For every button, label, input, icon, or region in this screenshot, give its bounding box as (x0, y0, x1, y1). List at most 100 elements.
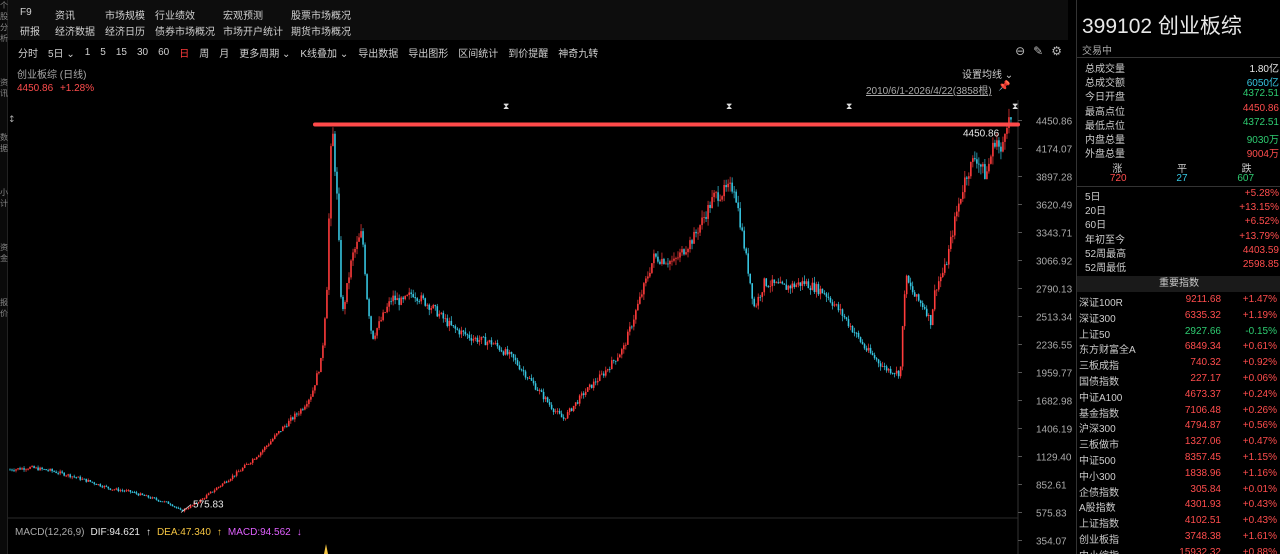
index-row[interactable]: 中证500 8357.45 +1.15% (1079, 452, 1279, 468)
side-tab-char[interactable] (0, 154, 7, 165)
scroll-marker-icon[interactable]: ↕ (8, 115, 16, 125)
index-row[interactable]: 创业板指 3748.38 +1.61% (1079, 531, 1279, 547)
menu-item[interactable]: 股票市场概况 (291, 7, 361, 22)
index-row[interactable]: 中证A100 4673.37 +0.24% (1079, 389, 1279, 405)
index-row[interactable]: 深证100R 9211.68 +1.47% (1079, 294, 1279, 310)
index-row[interactable]: A股指数 4301.93 +0.43% (1079, 499, 1279, 515)
side-tab-char[interactable]: 分 (0, 22, 8, 33)
toolbar-item[interactable]: 导出图形 (408, 45, 448, 60)
event-marker-icon[interactable]: ⧗ (846, 102, 852, 112)
side-tab-char[interactable]: 资 (0, 77, 8, 88)
side-tab-char[interactable] (0, 209, 7, 220)
toolbar-item[interactable]: 到价提醒 (508, 45, 548, 60)
side-tab-char[interactable] (0, 231, 7, 242)
index-row[interactable]: 中小综指 15932.32 +0.88% (1079, 547, 1279, 554)
index-name: 上证50 (1079, 329, 1111, 341)
candle-body (257, 455, 260, 458)
side-tab-char[interactable]: 小 (0, 187, 8, 198)
menu-item[interactable]: F9 (20, 7, 55, 22)
kline-chart[interactable]: 4450.86 4174.07 3897.28 3620.49 3343.71 3066.… (8, 100, 1076, 554)
date-range[interactable]: 2010/6/1-2026/4/22(3858根) (866, 82, 992, 97)
side-tab-char[interactable]: 报 (0, 297, 8, 308)
index-row[interactable]: 东方财富全A 6849.34 +0.61% (1079, 341, 1279, 357)
side-tab-char[interactable]: 价 (0, 308, 8, 319)
event-marker-icon[interactable]: ⧗ (726, 102, 732, 112)
candle-body (448, 320, 451, 327)
menu-item[interactable]: 行业绩效 (155, 7, 223, 22)
toolbar-item[interactable]: K线叠加 ⌄ (300, 45, 348, 60)
index-row[interactable]: 企债指数 305.84 +0.01% (1079, 484, 1279, 500)
toolbar-item[interactable]: 分时 (18, 45, 38, 60)
side-tab-char[interactable] (0, 99, 7, 110)
menu-item[interactable]: 资讯 (55, 7, 105, 22)
side-tab-char[interactable]: 个 (0, 0, 8, 11)
index-row[interactable]: 三板成指 740.32 +0.92% (1079, 357, 1279, 373)
side-tab-char[interactable] (0, 176, 7, 187)
menu-item[interactable]: 市场规模 (105, 7, 155, 22)
menu-item[interactable]: 研报 (20, 23, 55, 38)
toolbar-item[interactable]: 60 (158, 47, 169, 58)
candle-body (249, 462, 252, 464)
draw-pen-icon[interactable]: ✎ (1033, 44, 1043, 58)
event-marker-icon[interactable]: ⧗ (1012, 102, 1018, 112)
candle-body (412, 294, 414, 298)
side-tab-char[interactable] (0, 264, 7, 275)
menu-item[interactable]: 债券市场概况 (155, 23, 223, 38)
menu-item[interactable]: 宏观预测 (223, 7, 291, 22)
side-tab-char[interactable] (0, 220, 7, 231)
candle-body (470, 338, 473, 341)
toolbar-item[interactable]: 5 (100, 47, 106, 58)
left-side-tabs[interactable]: 个股分析 资讯 数据 小计 资金 报价 (0, 0, 8, 554)
side-tab-char[interactable] (0, 55, 7, 66)
side-tab-char[interactable]: 析 (0, 33, 8, 44)
index-row[interactable]: 沪深300 4794.87 +0.56% (1079, 420, 1279, 436)
candle-body (55, 471, 57, 473)
side-tab-char[interactable]: 讯 (0, 88, 8, 99)
side-tab-char[interactable]: 据 (0, 143, 8, 154)
side-tab-char[interactable]: 计 (0, 198, 8, 209)
toolbar-item[interactable]: 1 (85, 47, 91, 58)
menu-item[interactable]: 经济数据 (55, 23, 105, 38)
menu-item[interactable]: 市场开户统计 (223, 23, 291, 38)
side-tab-char[interactable] (0, 121, 7, 132)
toolbar-item[interactable]: 周 (199, 45, 209, 60)
index-row[interactable]: 上证指数 4102.51 +0.43% (1079, 515, 1279, 531)
settings-icon[interactable]: ⚙ (1051, 44, 1062, 58)
side-tab-char[interactable]: 数 (0, 132, 8, 143)
toolbar-item[interactable]: 区间统计 (458, 45, 498, 60)
index-row[interactable]: 深证300 6335.32 +1.19% (1079, 310, 1279, 326)
collapse-icon[interactable]: ⊖ (1015, 44, 1025, 58)
side-tab-char[interactable]: 金 (0, 253, 8, 264)
pin-icon[interactable]: 📌 (998, 81, 1010, 92)
index-change: +0.92% (1242, 357, 1277, 369)
side-tab-char[interactable] (0, 165, 7, 176)
index-row[interactable]: 中小300 1838.96 +1.16% (1079, 468, 1279, 484)
candle-body (275, 433, 278, 436)
toolbar-item[interactable]: 30 (137, 47, 148, 58)
index-row[interactable]: 上证50 2927.66 -0.15% (1079, 326, 1279, 342)
toolbar-item[interactable]: 神奇九转 (558, 45, 598, 60)
toolbar-item[interactable]: 月 (219, 45, 229, 60)
index-row[interactable]: 基金指数 7106.48 +0.26% (1079, 405, 1279, 421)
side-tab-char[interactable] (0, 44, 7, 55)
side-tab-char[interactable]: 股 (0, 11, 8, 22)
side-tab-char[interactable] (0, 66, 7, 77)
side-tab-char[interactable] (0, 275, 7, 286)
ma-setting-button[interactable]: 设置均线 ⌄ (962, 66, 1013, 81)
toolbar-item[interactable]: 导出数据 (358, 45, 398, 60)
macd-indicator-row: MACD(12,26,9) DIF:94.621 ↑ DEA:47.340 ↑ … (15, 527, 302, 538)
toolbar-item[interactable]: 日 (179, 45, 189, 60)
stat-label: 外盘总量 (1085, 149, 1125, 161)
toolbar-item[interactable]: 5日 ⌄ (48, 45, 75, 60)
toolbar-item[interactable]: 更多周期 ⌄ (239, 45, 290, 60)
event-marker-icon[interactable]: ⧗ (503, 102, 509, 112)
menu-item[interactable]: 经济日历 (105, 23, 155, 38)
index-row[interactable]: 三板做市 1327.06 +0.47% (1079, 436, 1279, 452)
side-tab-char[interactable] (0, 286, 7, 297)
side-tab-char[interactable]: 资 (0, 242, 8, 253)
index-row[interactable]: 国债指数 227.17 +0.06% (1079, 373, 1279, 389)
side-tab-char[interactable] (0, 110, 7, 121)
candle-body (169, 503, 172, 505)
menu-item[interactable]: 期货市场概况 (291, 23, 361, 38)
toolbar-item[interactable]: 15 (116, 47, 127, 58)
